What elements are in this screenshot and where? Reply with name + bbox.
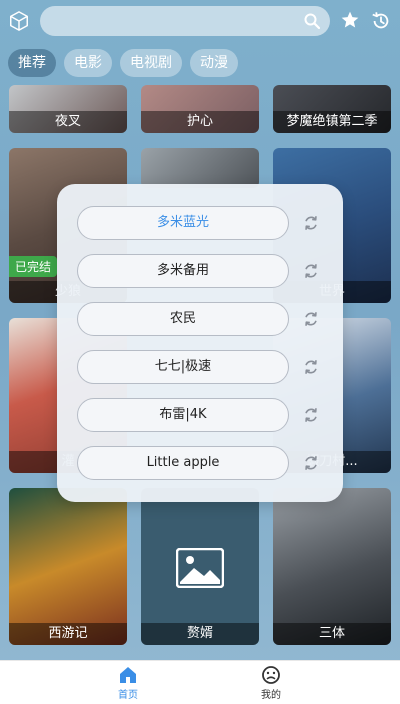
media-card-title: 护心 (141, 111, 259, 133)
refresh-icon[interactable] (302, 358, 320, 376)
source-row: 多米蓝光 (77, 206, 327, 240)
refresh-icon[interactable] (302, 406, 320, 424)
media-card[interactable] (141, 148, 259, 188)
media-card-title: 三体 (273, 623, 391, 645)
star-icon[interactable] (340, 10, 360, 30)
refresh-icon[interactable] (302, 214, 320, 232)
media-card[interactable]: 西游记 (9, 488, 127, 645)
history-icon[interactable] (370, 10, 392, 32)
search-icon[interactable] (304, 13, 320, 29)
cube-icon[interactable] (8, 10, 30, 32)
source-row: 农民 (77, 302, 327, 336)
tab-anime[interactable]: 动漫 (190, 49, 238, 77)
media-card[interactable]: 夜叉 (9, 85, 127, 133)
media-card-title: 夜叉 (9, 111, 127, 133)
source-row: Little apple (77, 446, 327, 480)
tab-tv-series[interactable]: 电视剧 (120, 49, 182, 77)
nav-home[interactable]: 首页 (98, 665, 158, 701)
search-input[interactable] (40, 6, 330, 36)
source-selector-dialog: 多米蓝光 多米备用 农民 七七|极速 布雷|4K Little apple (57, 184, 343, 502)
nav-home-label: 首页 (118, 690, 138, 701)
nav-profile-label: 我的 (261, 690, 281, 701)
source-row: 多米备用 (77, 254, 327, 288)
nav-profile[interactable]: 我的 (241, 665, 301, 701)
media-card-title: 梦魔绝镇第二季 (273, 111, 391, 133)
source-option-button[interactable]: 农民 (77, 302, 289, 336)
face-icon (262, 666, 280, 684)
bottom-nav: 首页 我的 (0, 660, 400, 704)
source-option-button[interactable]: 布雷|4K (77, 398, 289, 432)
media-card[interactable]: 梦魔绝镇第二季 (273, 85, 391, 133)
image-placeholder-icon (176, 548, 224, 588)
status-badge: 已完结 (9, 256, 58, 277)
media-card-title: 赘婿 (141, 623, 259, 645)
media-card-title: 西游记 (9, 623, 127, 645)
source-option-button[interactable]: Little apple (77, 446, 289, 480)
refresh-icon[interactable] (302, 310, 320, 328)
media-card[interactable]: 护心 (141, 85, 259, 133)
source-option-button[interactable]: 多米蓝光 (77, 206, 289, 240)
tab-recommended[interactable]: 推荐 (8, 49, 56, 77)
media-card[interactable]: 赘婿 (141, 488, 259, 645)
refresh-icon[interactable] (302, 262, 320, 280)
category-tabs: 推荐 电影 电视剧 动漫 (8, 49, 238, 77)
source-option-button[interactable]: 七七|极速 (77, 350, 289, 384)
home-icon (120, 667, 136, 683)
source-row: 布雷|4K (77, 398, 327, 432)
top-bar (0, 0, 400, 44)
tab-movies[interactable]: 电影 (64, 49, 112, 77)
media-card[interactable]: 三体 (273, 488, 391, 645)
source-option-button[interactable]: 多米备用 (77, 254, 289, 288)
refresh-icon[interactable] (302, 454, 320, 472)
source-row: 七七|极速 (77, 350, 327, 384)
